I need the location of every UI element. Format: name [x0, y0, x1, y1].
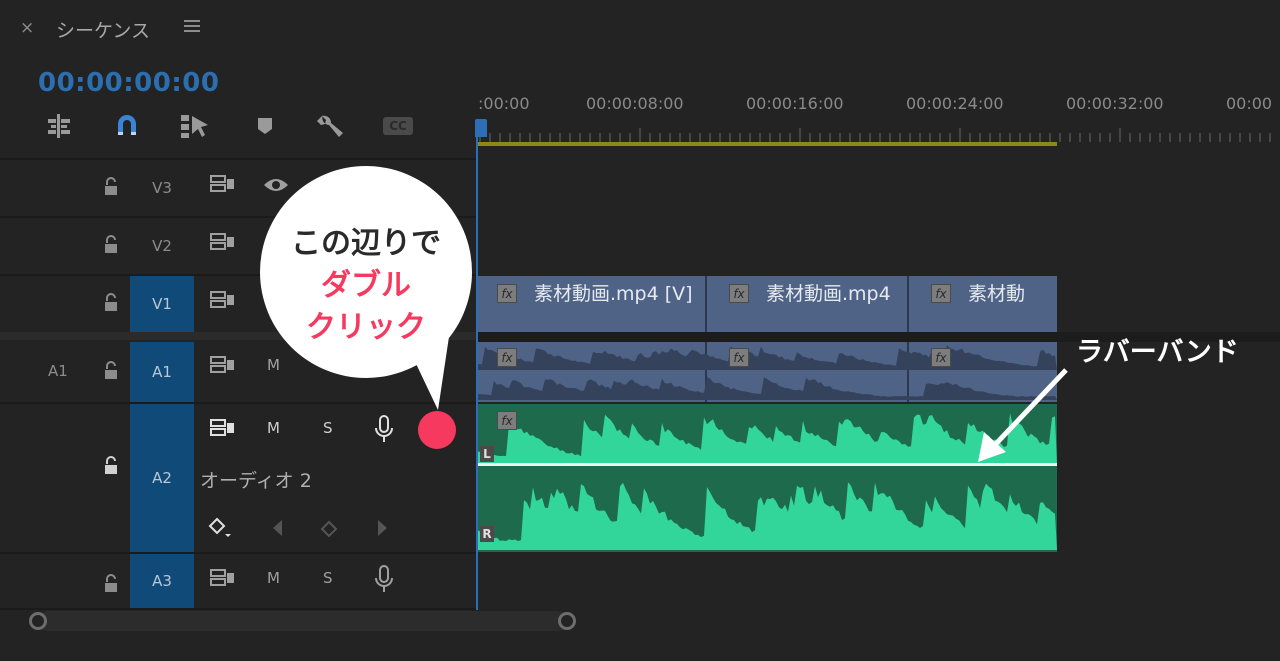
add-marker-icon[interactable]	[250, 112, 280, 140]
fx-badge[interactable]: fx	[497, 411, 517, 430]
ruler-label: 00:00:24:00	[906, 94, 1004, 113]
track-divider	[0, 552, 476, 554]
lock-icon[interactable]	[102, 361, 120, 381]
scroll-handle-left[interactable]	[29, 612, 47, 630]
bubble-text-line1: この辺りで	[291, 226, 441, 261]
mute-button[interactable]: M	[267, 419, 280, 437]
fx-badge[interactable]: fx	[931, 348, 951, 367]
snap-magnet-icon[interactable]	[112, 112, 142, 140]
clip-name: 素材動画.mp4	[766, 283, 891, 305]
ruler-label: 00:00:08:00	[586, 94, 684, 113]
playhead-line[interactable]	[476, 120, 478, 610]
waveform-shape	[476, 482, 1057, 550]
mute-button[interactable]: M	[267, 356, 280, 374]
track-name-a2[interactable]: オーディオ 2	[200, 466, 312, 493]
add-keyframe-icon[interactable]	[320, 520, 338, 542]
mute-button[interactable]: M	[267, 569, 280, 587]
panel-title: シーケンス	[56, 20, 151, 42]
close-icon[interactable]: ×	[20, 18, 34, 38]
annotation-arrow-icon	[978, 368, 1068, 462]
track-label-a3[interactable]: A3	[130, 554, 194, 608]
panel-menu-icon[interactable]	[184, 18, 202, 34]
microphone-icon[interactable]	[374, 414, 394, 448]
track-label-a1[interactable]: A1	[130, 342, 194, 402]
fx-badge[interactable]: fx	[729, 284, 749, 303]
sync-lock-icon[interactable]	[210, 568, 236, 592]
next-keyframe-icon[interactable]	[376, 518, 390, 542]
lock-icon[interactable]	[102, 235, 120, 255]
solo-button[interactable]: S	[323, 419, 333, 437]
track-label-v3[interactable]: V3	[130, 160, 194, 216]
bubble-text-line3: クリック	[306, 310, 426, 345]
channel-right-label: R	[480, 526, 494, 542]
scroll-handle-right[interactable]	[558, 612, 576, 630]
track-label-a2[interactable]: A2	[130, 404, 194, 552]
click-target-dot	[418, 411, 456, 449]
clip-name: 素材動画.mp4 [V]	[534, 283, 693, 305]
fx-badge[interactable]: fx	[497, 348, 517, 367]
ruler-label: 00:00	[1226, 94, 1273, 113]
sync-lock-icon[interactable]	[210, 290, 236, 314]
wrench-settings-icon[interactable]	[316, 112, 346, 140]
microphone-icon[interactable]	[374, 564, 394, 598]
sync-lock-icon[interactable]	[210, 232, 236, 256]
track-label-v1[interactable]: V1	[130, 276, 194, 332]
lock-icon[interactable]	[102, 177, 120, 197]
channel-left-label: L	[480, 446, 494, 462]
playhead-handle[interactable]	[475, 119, 487, 137]
lock-icon[interactable]	[102, 574, 120, 594]
insert-nest-icon[interactable]	[44, 112, 74, 140]
ruler-label: :00:00	[478, 94, 530, 113]
clip-name: 素材動	[968, 283, 1026, 305]
fx-badge[interactable]: fx	[931, 284, 951, 303]
ruler-label: 00:00:16:00	[746, 94, 844, 113]
lock-icon[interactable]	[102, 293, 120, 313]
sync-lock-icon[interactable]	[210, 355, 236, 379]
sync-lock-icon[interactable]	[210, 174, 236, 198]
captions-icon[interactable]: CC	[383, 112, 413, 140]
playhead-timecode[interactable]: 00:00:00:00	[38, 68, 219, 98]
eye-icon[interactable]	[263, 176, 289, 198]
rubber-band-annotation: ラバーバンド	[1076, 337, 1239, 368]
lock-icon[interactable]	[102, 456, 120, 476]
source-patch-a1[interactable]: A1	[48, 362, 68, 380]
linked-selection-icon[interactable]	[180, 112, 210, 140]
keyframe-toggle-icon[interactable]	[208, 516, 234, 544]
track-divider	[0, 158, 476, 160]
horizontal-scrollbar[interactable]	[38, 611, 568, 631]
solo-button[interactable]: S	[323, 569, 333, 587]
prev-keyframe-icon[interactable]	[270, 518, 284, 542]
sync-lock-icon[interactable]	[210, 418, 236, 442]
fx-badge[interactable]: fx	[729, 348, 749, 367]
bubble-text-line2: ダブル	[321, 268, 411, 303]
fx-badge[interactable]: fx	[497, 284, 517, 303]
captions-label: CC	[383, 117, 413, 135]
time-ruler[interactable]	[476, 128, 1280, 142]
work-area-bar[interactable]	[476, 142, 1057, 146]
track-divider	[0, 608, 476, 610]
track-label-v2[interactable]: V2	[130, 218, 194, 274]
ruler-label: 00:00:32:00	[1066, 94, 1164, 113]
